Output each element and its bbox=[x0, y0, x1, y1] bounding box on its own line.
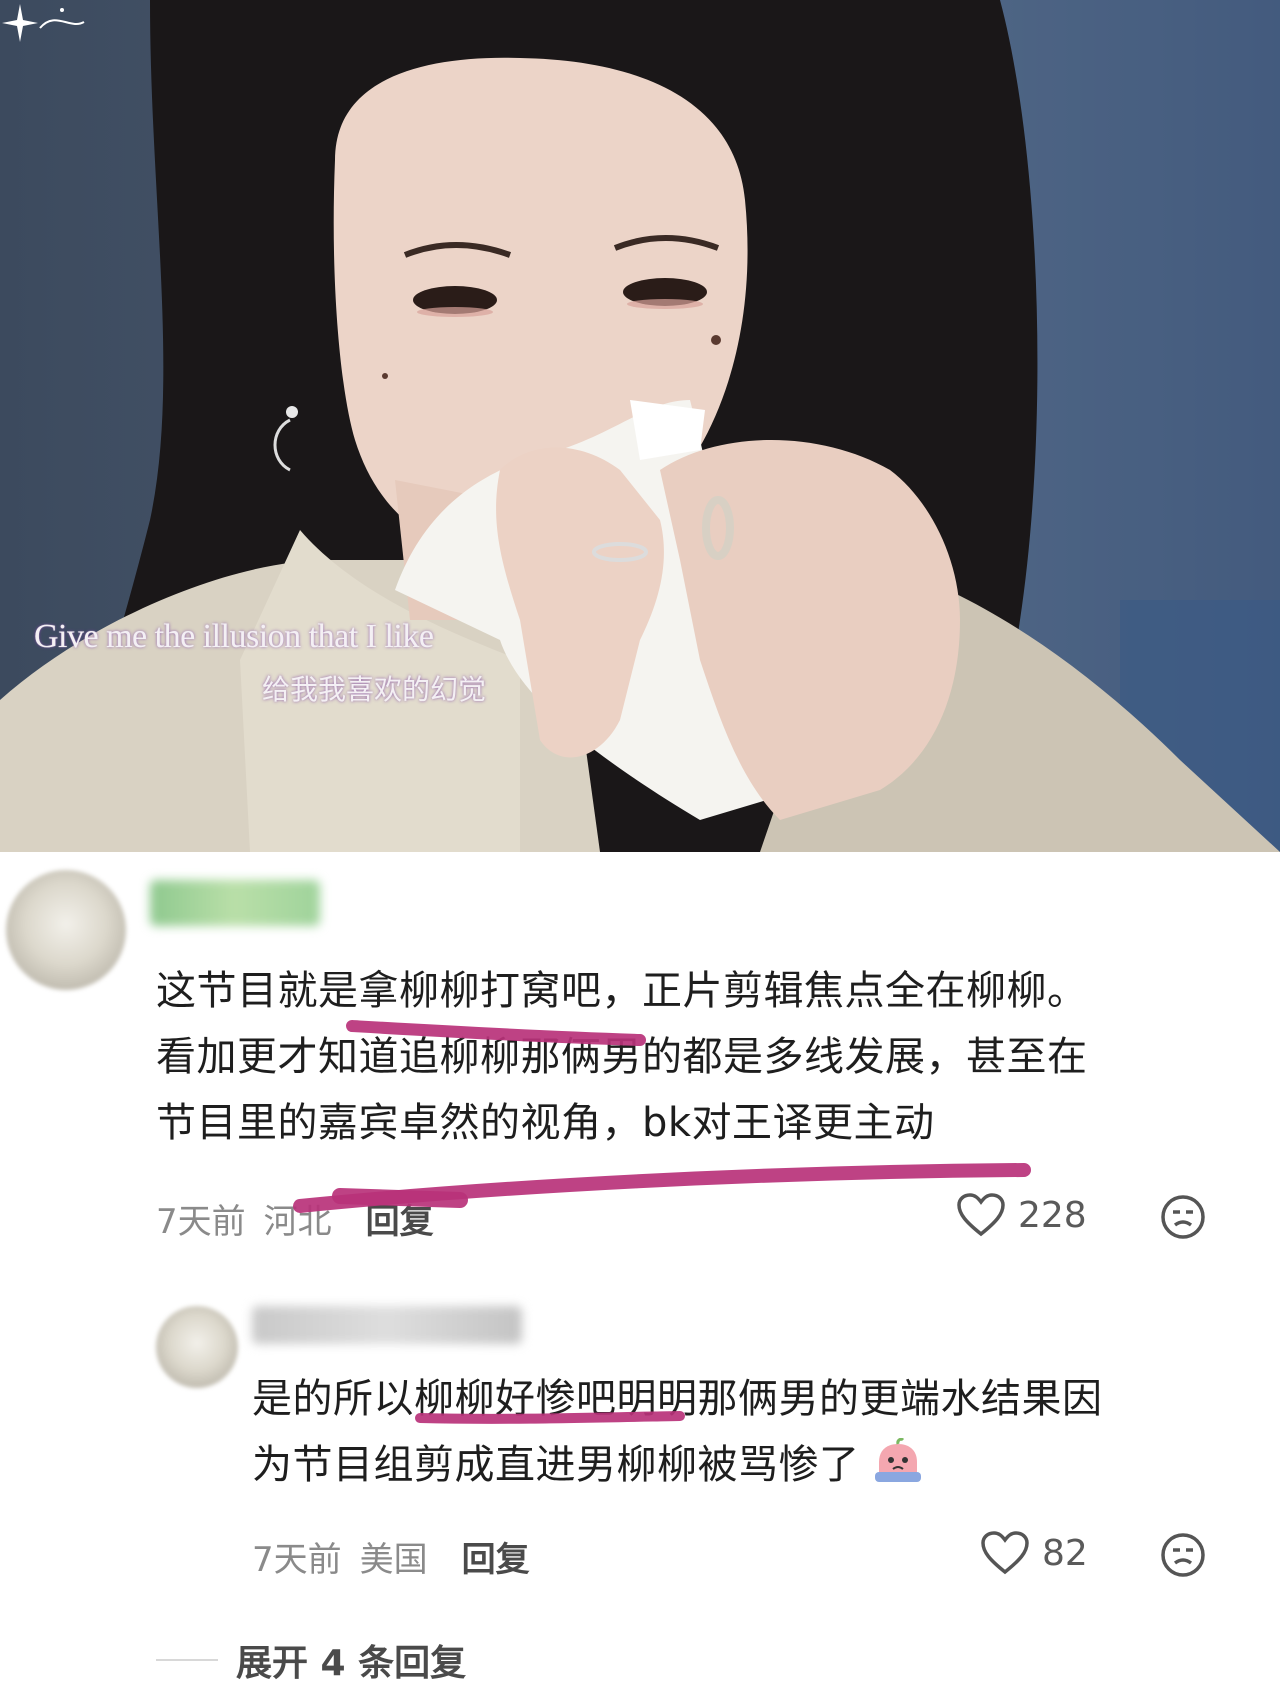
comment-location: 河北 bbox=[263, 1202, 332, 1242]
heart-icon bbox=[981, 1531, 1029, 1575]
username-blurred[interactable] bbox=[252, 1306, 522, 1344]
comment-location: 美国 bbox=[359, 1540, 428, 1580]
like-count: 82 bbox=[1042, 1532, 1088, 1574]
avatar[interactable] bbox=[156, 1306, 238, 1388]
reply-button[interactable]: 回复 bbox=[462, 1540, 530, 1580]
comment-line: 看加更才知道追柳柳那俩男的都是多线发展，甚至在 bbox=[156, 1034, 1088, 1080]
video-frame-illustration bbox=[0, 0, 1280, 852]
reply-button[interactable]: 回复 bbox=[366, 1202, 434, 1242]
avatar[interactable] bbox=[6, 870, 126, 990]
caption-english: Give me the illusion that I like bbox=[34, 618, 434, 655]
crying-emoji-icon bbox=[874, 1437, 921, 1482]
like-count: 228 bbox=[1018, 1194, 1087, 1236]
comment-text: 这节目就是拿柳柳打窝吧，正片剪辑焦点全在柳柳。 看加更才知道追柳柳那俩男的都是多… bbox=[156, 958, 1246, 1156]
like-button[interactable]: 82 bbox=[980, 1530, 1088, 1576]
comment-line: 这节目就是拿柳柳打窝吧，正片剪辑焦点全在柳柳。 bbox=[156, 968, 1088, 1014]
username-blurred[interactable] bbox=[150, 880, 320, 926]
heart-icon bbox=[957, 1193, 1005, 1237]
comment-line: 为节目组剪成直进男柳柳被骂惨了 bbox=[252, 1432, 1252, 1498]
emoji-reaction-icon[interactable] bbox=[1160, 1532, 1206, 1578]
expand-replies-label: 展开 4 条回复 bbox=[236, 1643, 467, 1684]
emoji-reaction-icon[interactable] bbox=[1160, 1194, 1206, 1240]
divider-line bbox=[156, 1659, 218, 1661]
expand-replies-button[interactable]: 展开 4 条回复 bbox=[156, 1634, 466, 1686]
comment-time: 7天前 bbox=[252, 1540, 342, 1580]
sparkle-icon bbox=[2, 4, 85, 42]
comment-line: 是的所以柳柳好惨吧明明那俩男的更端水结果因 bbox=[252, 1376, 1103, 1422]
comment-meta: 7天前 美国 回复 bbox=[252, 1532, 530, 1581]
comment-text: 是的所以柳柳好惨吧明明那俩男的更端水结果因 为节目组剪成直进男柳柳被骂惨了 bbox=[252, 1366, 1252, 1498]
like-button[interactable]: 228 bbox=[956, 1192, 1087, 1238]
caption-chinese: 给我我喜欢的幻觉 bbox=[262, 675, 487, 706]
comment-time: 7天前 bbox=[156, 1202, 246, 1242]
comment-line-text: 为节目组剪成直进男柳柳被骂惨了 bbox=[252, 1442, 860, 1488]
comment-line: 节目里的嘉宾卓然的视角，bk对王译更主动 bbox=[156, 1100, 935, 1146]
comment-meta: 7天前 河北 回复 bbox=[156, 1194, 434, 1243]
video-thumbnail[interactable]: Give me the illusion that I like 给我我喜欢的幻… bbox=[0, 0, 1280, 852]
